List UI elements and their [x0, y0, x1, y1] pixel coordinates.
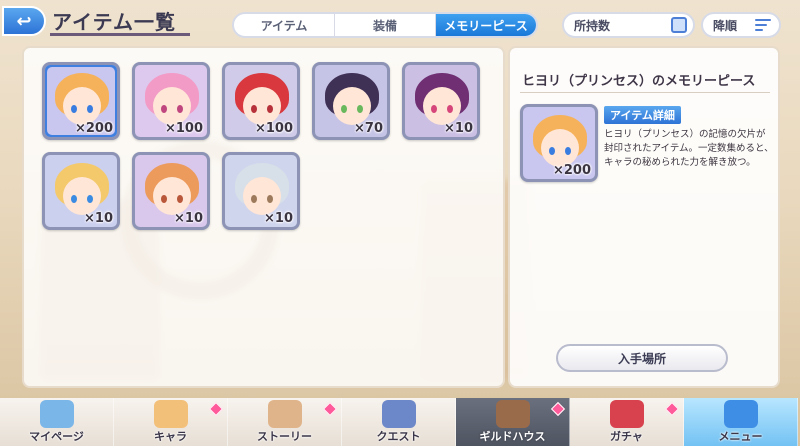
- nav-story[interactable]: ストーリー: [228, 398, 342, 446]
- memory-piece-item[interactable]: ×10: [132, 152, 210, 230]
- item-quantity: ×10: [174, 211, 203, 226]
- item-quantity: ×100: [254, 121, 293, 136]
- item-list-panel: ×200 ×100 ×100 ×70 ×10 ×10 ×10 ×10: [22, 46, 505, 388]
- notification-gem-icon: [664, 401, 680, 417]
- item-quantity: ×10: [84, 211, 113, 226]
- notification-gem-icon: [208, 401, 224, 417]
- sword-shield-icon: [382, 400, 416, 428]
- detail-title: ヒヨリ（プリンセス）のメモリーピース: [522, 74, 756, 89]
- nav-label: ストーリー: [257, 430, 312, 443]
- notification-gem-icon: [550, 401, 566, 417]
- bottom-navigation: マイページ キャラ ストーリー クエスト ギルドハウス ガチャ メニュー: [0, 398, 800, 446]
- item-quantity: ×100: [164, 121, 203, 136]
- item-detail-panel: ヒヨリ（プリンセス）のメモリーピース ×200 アイテム詳細 ヒヨリ（プリンセス…: [508, 46, 780, 388]
- tab-equipment[interactable]: 装備: [335, 14, 436, 36]
- character-portrait-icon: [45, 65, 117, 137]
- tab-items[interactable]: アイテム: [234, 14, 335, 36]
- sort-label: 所持数: [574, 18, 611, 33]
- page-title: アイテム一覧: [52, 10, 176, 34]
- scroll-icon: [268, 400, 302, 428]
- nav-label: ガチャ: [610, 430, 643, 443]
- nav-label: クエスト: [376, 430, 421, 443]
- nav-mypage[interactable]: マイページ: [0, 398, 114, 446]
- memory-piece-item[interactable]: ×100: [222, 62, 300, 140]
- memory-piece-item[interactable]: ×200: [42, 62, 120, 140]
- nav-guildhouse[interactable]: ギルドハウス: [456, 398, 570, 446]
- category-tabs: アイテム 装備 メモリーピース: [232, 12, 538, 38]
- memory-piece-item[interactable]: ×70: [312, 62, 390, 140]
- sort-dropdown[interactable]: 所持数: [562, 12, 695, 38]
- nav-menu[interactable]: メニュー: [684, 398, 798, 446]
- nav-label: マイページ: [29, 430, 84, 443]
- item-quantity: ×10: [264, 211, 293, 226]
- acquisition-source-button[interactable]: 入手場所: [556, 344, 728, 372]
- gacha-machine-icon: [610, 400, 644, 428]
- order-toggle[interactable]: 降順: [701, 12, 781, 38]
- character-icon: [154, 400, 188, 428]
- detail-item-quantity: ×200: [552, 163, 591, 178]
- castle-icon: [40, 400, 74, 428]
- memory-piece-item[interactable]: ×10: [402, 62, 480, 140]
- detail-item-icon: ×200: [520, 104, 598, 182]
- title-underline: [50, 33, 190, 36]
- item-quantity: ×70: [354, 121, 383, 136]
- nav-gacha[interactable]: ガチャ: [570, 398, 684, 446]
- item-description: ヒヨリ（プリンセス）の記憶の欠片が封印されたアイテム。一定数集めると、キャラの秘…: [604, 129, 774, 168]
- back-button[interactable]: ↩: [2, 6, 46, 36]
- memory-piece-item[interactable]: ×10: [222, 152, 300, 230]
- memory-piece-grid: ×200 ×100 ×100 ×70 ×10 ×10 ×10 ×10: [42, 62, 480, 230]
- nav-label: キャラ: [154, 430, 187, 443]
- item-detail-badge: アイテム詳細: [604, 106, 681, 124]
- sort-options-icon: [671, 17, 687, 33]
- order-label: 降順: [713, 18, 738, 33]
- menu-crystal-icon: [724, 400, 758, 428]
- nav-quest[interactable]: クエスト: [342, 398, 456, 446]
- item-quantity: ×200: [74, 121, 113, 136]
- guildhouse-icon: [496, 400, 530, 428]
- memory-piece-item[interactable]: ×10: [42, 152, 120, 230]
- nav-characters[interactable]: キャラ: [114, 398, 228, 446]
- nav-label: メニュー: [718, 430, 763, 443]
- nav-label: ギルドハウス: [479, 430, 546, 443]
- tab-memory-pieces[interactable]: メモリーピース: [436, 14, 536, 36]
- back-arrow-icon: ↩: [16, 10, 32, 32]
- memory-piece-item[interactable]: ×100: [132, 62, 210, 140]
- notification-gem-icon: [322, 401, 338, 417]
- sort-descending-icon: [755, 19, 771, 31]
- item-quantity: ×10: [444, 121, 473, 136]
- detail-divider: [520, 92, 770, 93]
